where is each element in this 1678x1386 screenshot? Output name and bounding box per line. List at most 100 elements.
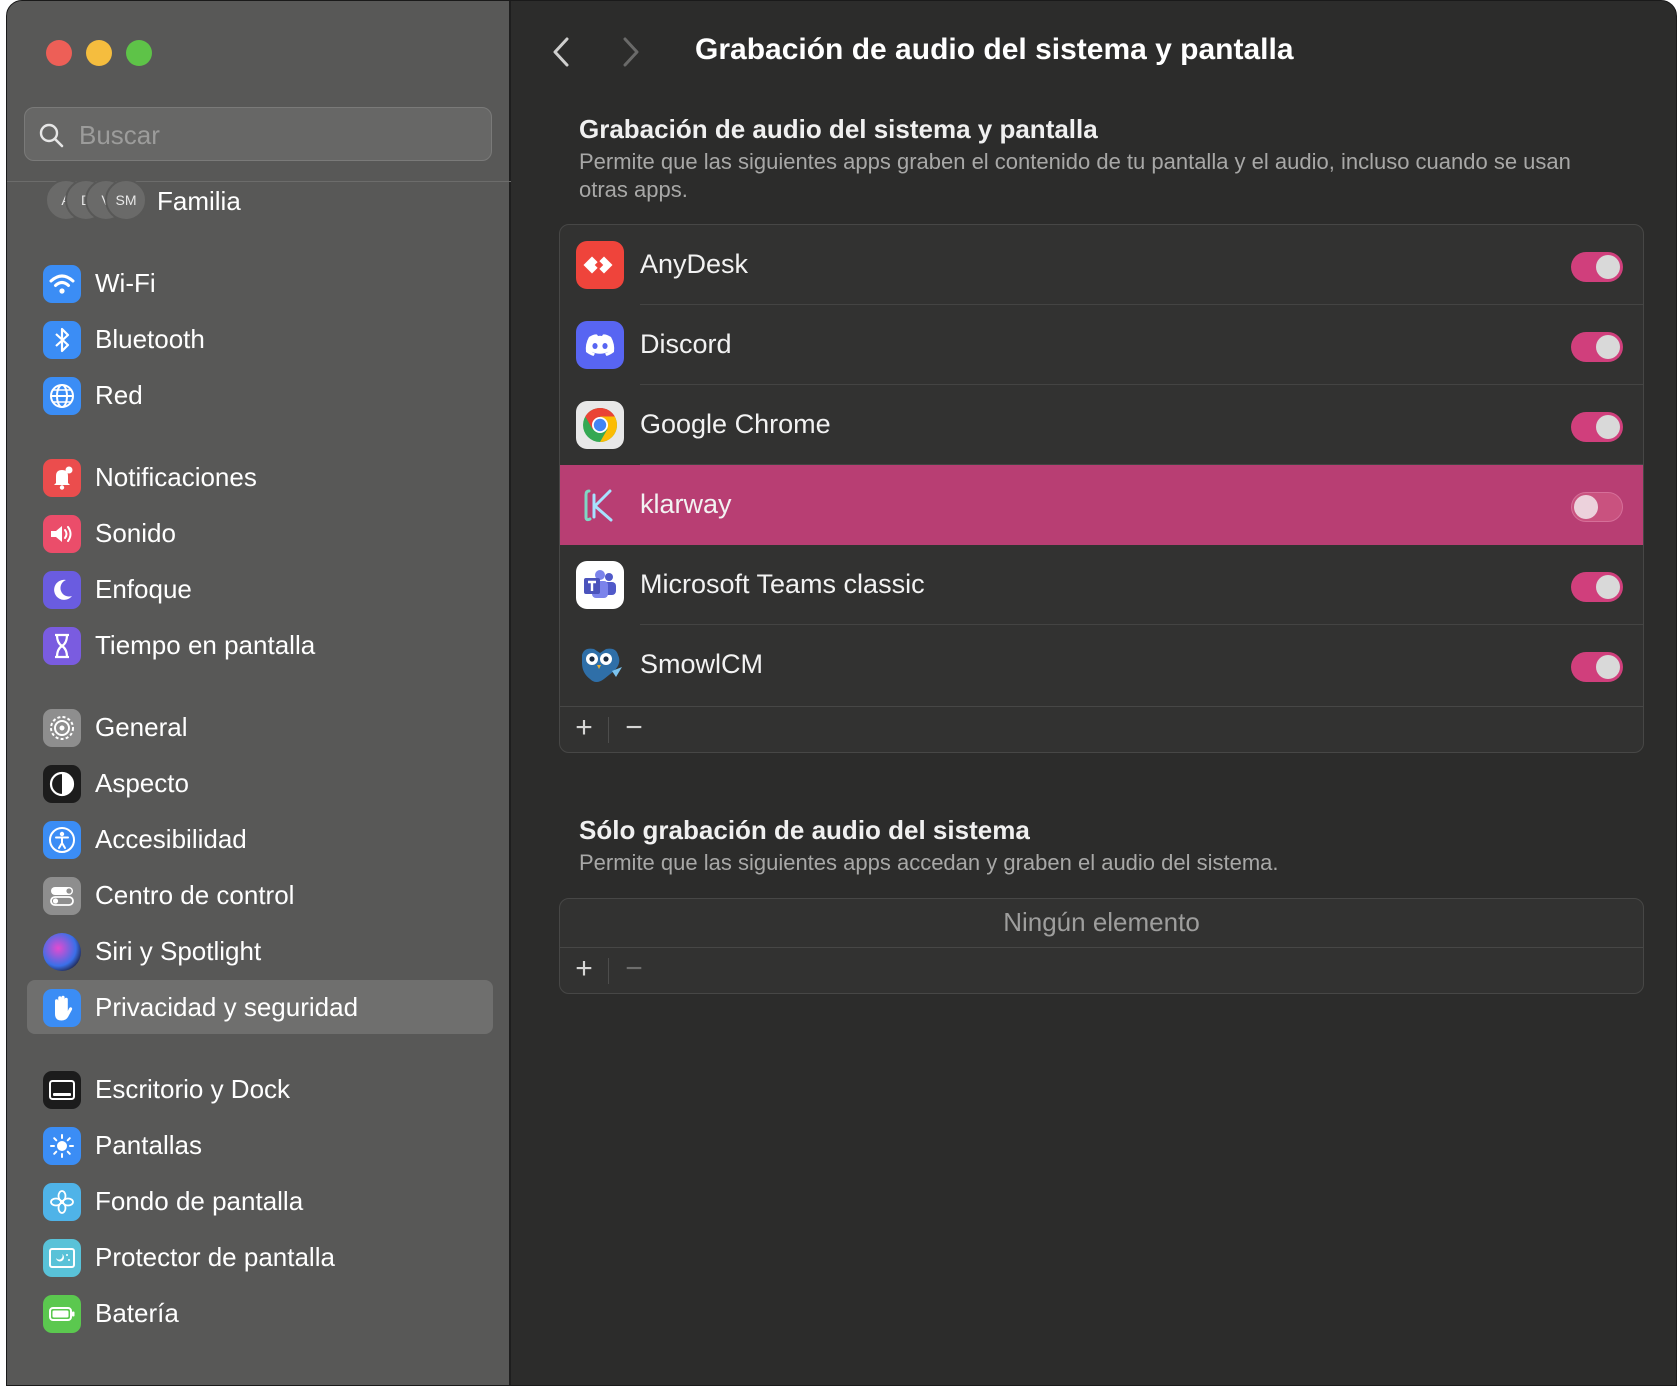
section-title: Grabación de audio del sistema y pantall…	[579, 114, 1098, 144]
globe-icon	[43, 377, 81, 415]
sidebar-item-label: Pantallas	[95, 1130, 202, 1160]
sidebar-item-focus[interactable]: Enfoque	[27, 562, 493, 616]
add-button[interactable]: +	[564, 711, 604, 745]
app-row-microsoft-teams-classic[interactable]: Microsoft Teams classic	[560, 545, 1643, 625]
permission-toggle[interactable]	[1571, 492, 1623, 522]
empty-list-label: Ningún elemento	[1003, 907, 1200, 937]
sidebar-item-label: Batería	[95, 1298, 179, 1328]
sidebar-item-screen-time[interactable]: Tiempo en pantalla	[27, 618, 493, 672]
app-row-google-chrome[interactable]: Google Chrome	[560, 385, 1643, 465]
search-input[interactable]	[77, 116, 471, 154]
hourglass-icon	[43, 627, 81, 665]
wifi-icon	[43, 265, 81, 303]
speaker-icon	[43, 515, 81, 553]
sidebar-item-label: Siri y Spotlight	[95, 936, 262, 966]
section-title: Sólo grabación de audio del sistema	[579, 815, 1030, 845]
sidebar-item-label: General	[95, 712, 188, 742]
sidebar-item-wallpaper[interactable]: Fondo de pantalla	[27, 1174, 493, 1228]
sidebar-item-label: Wi-Fi	[95, 268, 156, 298]
section-description: Permite que las siguientes apps graben e…	[579, 149, 1571, 202]
control-center-icon	[43, 877, 81, 915]
permission-toggle[interactable]	[1571, 412, 1623, 442]
permission-toggle[interactable]	[1571, 652, 1623, 682]
sidebar-item-wifi[interactable]: Wi-Fi	[27, 256, 493, 310]
sidebar-item-label: Bluetooth	[95, 324, 205, 354]
sun-icon	[43, 1127, 81, 1165]
sidebar-item-label: Notificaciones	[95, 462, 257, 492]
klarway-icon	[576, 481, 624, 529]
chevron-left-icon	[553, 37, 569, 67]
app-row-klarway[interactable]: klarway	[560, 465, 1643, 545]
sidebar: A D V SM Familia Wi-Fi Bluetooth Red	[7, 1, 511, 1385]
close-window-button[interactable]	[46, 40, 72, 66]
chrome-icon	[576, 401, 624, 449]
app-row-smowlcm[interactable]: SmowlCM	[560, 625, 1643, 705]
app-name: Google Chrome	[640, 409, 831, 439]
discord-icon	[576, 321, 624, 369]
sidebar-item-network[interactable]: Red	[27, 368, 493, 422]
sidebar-item-control-center[interactable]: Centro de control	[27, 868, 493, 922]
sidebar-item-label: Familia	[157, 186, 241, 216]
app-name: SmowlCM	[640, 649, 764, 679]
forward-button[interactable]	[619, 33, 643, 76]
appearance-icon	[43, 765, 81, 803]
sidebar-item-displays[interactable]: Pantallas	[27, 1118, 493, 1172]
permission-toggle[interactable]	[1571, 332, 1623, 362]
siri-icon	[43, 933, 81, 971]
bell-icon	[43, 459, 81, 497]
search-icon	[39, 123, 64, 148]
hand-icon	[43, 989, 81, 1027]
permission-toggle[interactable]	[1571, 252, 1623, 282]
app-name: AnyDesk	[640, 249, 749, 279]
sidebar-item-label: Protector de pantalla	[95, 1242, 335, 1272]
minimize-window-button[interactable]	[86, 40, 112, 66]
app-name: Discord	[640, 329, 732, 359]
sidebar-item-label: Tiempo en pantalla	[95, 630, 316, 660]
audio-app-list-panel: Ningún elemento + −	[559, 898, 1644, 994]
sidebar-item-label: Enfoque	[95, 574, 192, 604]
app-name: klarway	[640, 489, 732, 519]
sidebar-item-screensaver[interactable]: Protector de pantalla	[27, 1230, 493, 1284]
sidebar-item-general[interactable]: General	[27, 700, 493, 754]
sidebar-item-desktop-dock[interactable]: Escritorio y Dock	[27, 1062, 493, 1116]
accessibility-icon	[43, 821, 81, 859]
sidebar-item-bluetooth[interactable]: Bluetooth	[27, 312, 493, 366]
zoom-window-button[interactable]	[126, 40, 152, 66]
sidebar-item-label: Fondo de pantalla	[95, 1186, 304, 1216]
sidebar-item-siri[interactable]: Siri y Spotlight	[27, 924, 493, 978]
remove-button[interactable]: −	[614, 711, 654, 745]
back-button[interactable]	[549, 33, 573, 76]
sidebar-item-appearance[interactable]: Aspecto	[27, 756, 493, 810]
sidebar-item-label: Escritorio y Dock	[95, 1074, 291, 1104]
sidebar-item-privacy-security[interactable]: Privacidad y seguridad	[27, 980, 493, 1034]
sidebar-item-notifications[interactable]: Notificaciones	[27, 450, 493, 504]
screensaver-icon	[43, 1239, 81, 1277]
section-description: Permite que las siguientes apps accedan …	[579, 850, 1279, 875]
sidebar-item-accessibility[interactable]: Accesibilidad	[27, 812, 493, 866]
chevron-right-icon	[623, 37, 639, 67]
sidebar-item-label: Sonido	[95, 518, 176, 548]
add-button[interactable]: +	[564, 952, 604, 986]
app-row-anydesk[interactable]: AnyDesk	[560, 225, 1643, 305]
gear-icon	[43, 709, 81, 747]
search-field[interactable]	[24, 107, 492, 161]
dock-icon	[43, 1071, 81, 1109]
sidebar-item-label: Accesibilidad	[95, 824, 247, 854]
battery-icon	[43, 1295, 81, 1333]
sidebar-item-label: Centro de control	[95, 880, 295, 910]
sidebar-item-battery[interactable]: Batería	[27, 1286, 493, 1340]
anydesk-icon	[576, 241, 624, 289]
sidebar-item-sound[interactable]: Sonido	[27, 506, 493, 560]
flower-icon	[43, 1183, 81, 1221]
teams-icon	[576, 561, 624, 609]
sidebar-item-label: Red	[95, 380, 143, 410]
permission-toggle[interactable]	[1571, 572, 1623, 602]
sidebar-item-family[interactable]: A D V SM Familia	[45, 179, 505, 223]
app-row-discord[interactable]: Discord	[560, 305, 1643, 385]
sidebar-item-label: Aspecto	[95, 768, 189, 798]
sidebar-item-label: Privacidad y seguridad	[95, 992, 359, 1022]
avatar: SM	[105, 179, 147, 221]
remove-button[interactable]: −	[614, 952, 654, 986]
bluetooth-icon	[43, 321, 81, 359]
app-name: Microsoft Teams classic	[640, 569, 925, 599]
